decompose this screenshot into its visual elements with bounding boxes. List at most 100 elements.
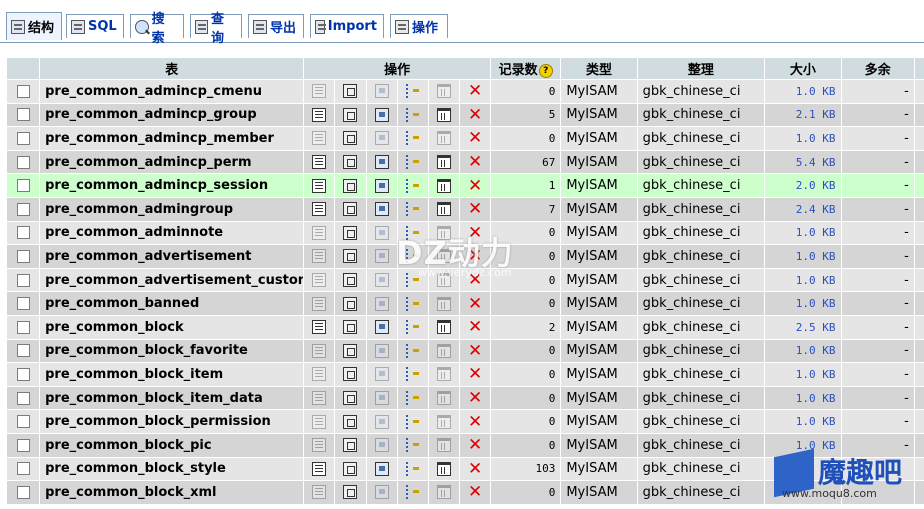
table-size[interactable]: 1.0 KB (765, 221, 841, 245)
empty-icon[interactable] (436, 391, 451, 406)
table-row[interactable]: pre_common_block_favorite ✕ 0 MyISAM gbk_chi… (7, 339, 924, 363)
table-name[interactable]: pre_common_block (40, 315, 304, 339)
table-size[interactable]: 1.0 KB (765, 127, 841, 150)
help-icon[interactable]: ? (538, 63, 553, 78)
table-size[interactable]: 1.0 KB (765, 410, 841, 433)
table-name[interactable]: pre_common_admincp_cmenu (40, 80, 304, 103)
search-icon[interactable] (374, 202, 389, 217)
table-size[interactable]: 1.0 KB (765, 268, 841, 292)
browse-icon[interactable] (312, 178, 327, 193)
structure-icon[interactable] (343, 249, 358, 264)
structure-icon[interactable] (343, 343, 358, 358)
search-icon[interactable] (374, 414, 389, 429)
insert-icon[interactable] (405, 202, 420, 217)
tab-export[interactable]: 导出 (248, 14, 304, 38)
tab-query[interactable]: 查询 (190, 12, 242, 46)
structure-icon[interactable] (343, 107, 358, 122)
search-icon[interactable] (374, 485, 389, 500)
table-row[interactable]: pre_common_block ✕ 2 MyISAM gbk_chinese_ci 2.… (7, 315, 924, 339)
row-checkbox[interactable] (16, 108, 30, 122)
row-checkbox[interactable] (16, 249, 30, 263)
table-row[interactable]: pre_common_admincp_group ✕ 5 MyISAM gbk_chin… (7, 103, 924, 127)
search-icon[interactable] (374, 461, 389, 476)
structure-icon[interactable] (343, 414, 358, 429)
insert-icon[interactable] (405, 414, 420, 429)
table-size[interactable]: 2.4 KB (765, 197, 841, 221)
empty-icon[interactable] (436, 202, 451, 217)
browse-icon[interactable] (312, 438, 327, 453)
table-size[interactable]: 1.0 KB (765, 292, 841, 315)
browse-icon[interactable] (312, 485, 327, 500)
empty-icon[interactable] (436, 414, 451, 429)
structure-icon[interactable] (343, 296, 358, 311)
structure-icon[interactable] (343, 273, 358, 288)
row-checkbox[interactable] (16, 202, 30, 216)
browse-icon[interactable] (312, 391, 327, 406)
browse-icon[interactable] (312, 367, 327, 382)
table-row[interactable]: pre_common_banned ✕ 0 MyISAM gbk_chinese_ci 1… (7, 292, 924, 315)
structure-icon[interactable] (343, 367, 358, 382)
structure-icon[interactable] (343, 438, 358, 453)
empty-icon[interactable] (436, 367, 451, 382)
drop-icon[interactable]: ✕ (468, 390, 482, 407)
insert-icon[interactable] (405, 296, 420, 311)
table-size[interactable]: 2.1 KB (765, 103, 841, 127)
drop-icon[interactable]: ✕ (468, 295, 482, 312)
insert-icon[interactable] (405, 485, 420, 500)
insert-icon[interactable] (405, 107, 420, 122)
insert-icon[interactable] (405, 367, 420, 382)
drop-icon[interactable]: ✕ (468, 460, 482, 477)
row-checkbox[interactable] (16, 367, 30, 381)
browse-icon[interactable] (312, 202, 327, 217)
drop-icon[interactable]: ✕ (468, 319, 482, 336)
empty-icon[interactable] (436, 461, 451, 476)
header-table[interactable]: 表 (40, 58, 304, 79)
row-checkbox[interactable] (16, 84, 30, 98)
search-icon[interactable] (374, 367, 389, 382)
structure-icon[interactable] (343, 155, 358, 170)
table-size[interactable]: 2.5 KB (765, 315, 841, 339)
drop-icon[interactable]: ✕ (468, 413, 482, 430)
table-name[interactable]: pre_common_admingroup (40, 197, 304, 221)
tab-import[interactable]: Import (310, 14, 384, 38)
drop-icon[interactable]: ✕ (468, 366, 482, 383)
table-name[interactable]: pre_common_block_style (40, 457, 304, 481)
empty-icon[interactable] (436, 438, 451, 453)
insert-icon[interactable] (405, 131, 420, 146)
insert-icon[interactable] (405, 155, 420, 170)
drop-icon[interactable]: ✕ (468, 201, 482, 218)
table-name[interactable]: pre_common_advertisement (40, 245, 304, 268)
drop-icon[interactable]: ✕ (468, 106, 482, 123)
row-checkbox[interactable] (16, 391, 30, 405)
empty-icon[interactable] (436, 178, 451, 193)
row-checkbox[interactable] (16, 344, 30, 358)
row-checkbox[interactable] (16, 485, 30, 499)
search-icon[interactable] (374, 155, 389, 170)
table-name[interactable]: pre_common_block_xml (40, 481, 304, 504)
structure-icon[interactable] (343, 461, 358, 476)
browse-icon[interactable] (312, 107, 327, 122)
structure-icon[interactable] (343, 225, 358, 240)
table-size[interactable]: 1.0 KB (765, 80, 841, 103)
table-size[interactable]: 1.0 KB (765, 363, 841, 386)
structure-icon[interactable] (343, 202, 358, 217)
table-name[interactable]: pre_common_admincp_perm (40, 150, 304, 174)
structure-icon[interactable] (343, 178, 358, 193)
browse-icon[interactable] (312, 84, 327, 99)
tab-structure[interactable]: 结构 (6, 12, 62, 40)
table-size[interactable]: 5.4 KB (765, 150, 841, 174)
table-size[interactable]: 1.0 KB (765, 386, 841, 410)
row-checkbox[interactable] (16, 320, 30, 334)
browse-icon[interactable] (312, 225, 327, 240)
empty-icon[interactable] (436, 320, 451, 335)
table-name[interactable]: pre_common_advertisement_custom (40, 268, 304, 292)
row-checkbox[interactable] (16, 226, 30, 240)
table-row[interactable]: pre_common_block_item_data ✕ 0 MyISAM gbk_ch… (7, 386, 924, 410)
empty-icon[interactable] (436, 131, 451, 146)
search-icon[interactable] (374, 296, 389, 311)
drop-icon[interactable]: ✕ (468, 437, 482, 454)
browse-icon[interactable] (312, 343, 327, 358)
search-icon[interactable] (374, 320, 389, 335)
browse-icon[interactable] (312, 414, 327, 429)
insert-icon[interactable] (405, 391, 420, 406)
